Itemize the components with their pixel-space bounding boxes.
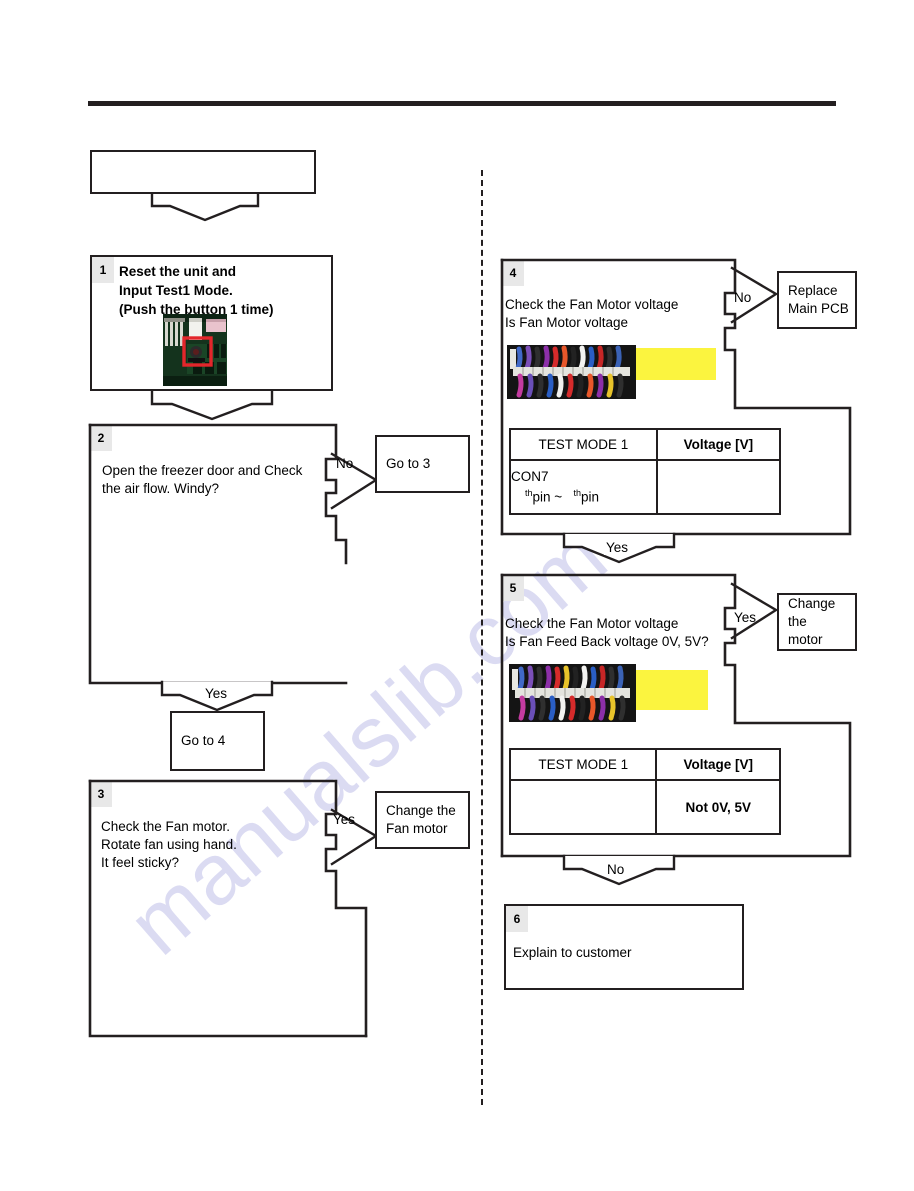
change-motor-box: Change the motor xyxy=(777,593,857,651)
header-rule xyxy=(88,101,836,106)
step-3-yes-label: Yes xyxy=(333,812,356,827)
goto-3-box: Go to 3 xyxy=(375,435,470,493)
step-4-pin-range: thpin ~ thpin xyxy=(511,485,656,506)
step-5-table-voltage-cell: Not 0V, 5V xyxy=(655,779,781,835)
step-4-text: Check the Fan Motor voltage Is Fan Motor… xyxy=(505,297,679,330)
step-4-table-voltage-cell xyxy=(655,459,782,515)
step-1-text: Reset the unit and Input Test1 Mode. (Pu… xyxy=(119,264,274,317)
title-box-text xyxy=(92,152,314,192)
step-1-number: 1 xyxy=(92,257,114,283)
step-4-con-label: CON7 xyxy=(511,469,549,485)
change-motor-text: Change the motor xyxy=(788,596,836,647)
pin-mid: pin ~ xyxy=(532,489,563,505)
step-5-table-mode-cell xyxy=(508,779,658,835)
step-5-table-header-left: TEST MODE 1 xyxy=(508,748,658,781)
step-5-yes-label: Yes xyxy=(734,610,757,625)
goto-3-text: Go to 3 xyxy=(386,456,431,471)
step-5-table: TEST MODE 1 Voltage [V] Not 0V, 5V xyxy=(508,748,781,835)
pin-sup-1: th xyxy=(525,488,533,499)
column-divider xyxy=(481,170,483,1105)
step-5-table-header-right: Voltage [V] xyxy=(655,748,781,781)
step-4-no-label: No xyxy=(734,290,752,305)
wire-harness-photo-5 xyxy=(509,664,636,722)
table-header-row: TEST MODE 1 Voltage [V] xyxy=(509,428,782,461)
step-2-yes-label: Yes xyxy=(203,686,230,701)
wire-harness-photo-4 xyxy=(507,345,636,399)
step-5-text: Check the Fan Motor voltage Is Fan Feed … xyxy=(505,616,709,649)
replace-main-pcb-box: Replace Main PCB xyxy=(777,271,857,329)
arrow-step1-to-step2 xyxy=(150,389,274,421)
step-5-highlight xyxy=(636,670,708,710)
arrow-title-to-step1 xyxy=(150,192,260,222)
flowchart-page: manualslib.com 1 Reset the unit and Inpu… xyxy=(0,0,914,1191)
step-6-box: 6 Explain to customer xyxy=(504,904,744,990)
step-4-table: TEST MODE 1 Voltage [V] CON7 thpin ~ thp… xyxy=(509,428,782,515)
change-fan-motor-box: Change the Fan motor xyxy=(375,791,470,849)
step-3-text: Check the Fan motor. Rotate fan using ha… xyxy=(101,819,237,870)
goto-4-text: Go to 4 xyxy=(181,733,226,748)
step-4-yes-label: Yes xyxy=(604,540,631,555)
table-row: CON7 thpin ~ thpin xyxy=(509,459,782,515)
pin-sup-2: th xyxy=(573,488,581,499)
goto-4-box: Go to 4 xyxy=(170,711,265,771)
step-4-table-header-right: Voltage [V] xyxy=(655,428,782,461)
step-2-no-label: No xyxy=(336,456,354,471)
step-4-table-header-left: TEST MODE 1 xyxy=(509,428,658,461)
step-4-highlight xyxy=(636,348,716,380)
replace-main-pcb-text: Replace Main PCB xyxy=(788,283,849,316)
title-box xyxy=(90,150,316,194)
change-fan-motor-text: Change the Fan motor xyxy=(386,803,456,836)
table-row: Not 0V, 5V xyxy=(508,779,781,835)
table-header-row: TEST MODE 1 Voltage [V] xyxy=(508,748,781,781)
step-6-text: Explain to customer xyxy=(513,945,632,960)
step-2-text: Open the freezer door and Check the air … xyxy=(102,463,303,496)
step-4-table-con-cell: CON7 thpin ~ thpin xyxy=(509,459,658,515)
step-5-no-label: No xyxy=(605,862,627,877)
main-pcb-photo xyxy=(163,314,227,386)
step-6-number: 6 xyxy=(506,906,528,932)
pin-end: pin xyxy=(580,489,599,505)
